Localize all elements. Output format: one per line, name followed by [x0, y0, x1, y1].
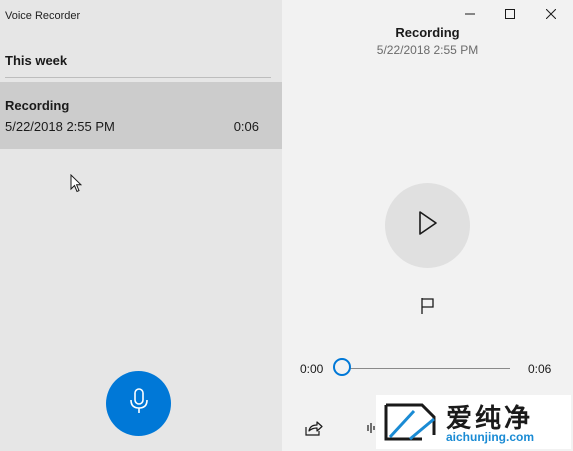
watermark-logo: [384, 403, 436, 441]
recording-item-title: Recording: [5, 98, 70, 113]
flag-icon: [420, 297, 436, 320]
record-button[interactable]: [106, 371, 171, 436]
close-icon: [545, 6, 557, 24]
mouse-pointer-icon: [70, 173, 83, 199]
share-icon: [305, 420, 323, 441]
play-button[interactable]: [385, 183, 470, 268]
minimize-icon: [465, 6, 475, 24]
total-time: 0:06: [528, 362, 552, 376]
recordings-list-pane: Voice Recorder This week Recording 5/22/…: [0, 0, 282, 451]
maximize-icon: [505, 6, 515, 24]
close-button[interactable]: [537, 4, 565, 26]
section-header-this-week: This week: [5, 53, 68, 68]
share-button[interactable]: [304, 420, 324, 440]
section-divider: [5, 77, 271, 78]
minimize-button[interactable]: [456, 4, 484, 26]
recording-detail-pane: Recording 5/22/2018 2:55 PM 0:00 0:06: [282, 0, 573, 451]
recording-item-duration: 0:06: [233, 119, 259, 134]
play-icon: [417, 210, 439, 241]
current-time: 0:00: [300, 362, 324, 376]
voice-recorder-window: Voice Recorder This week Recording 5/22/…: [0, 0, 573, 451]
seek-track[interactable]: [338, 368, 510, 369]
app-title: Voice Recorder: [5, 10, 81, 22]
seek-slider-thumb[interactable]: [333, 358, 351, 376]
watermark-url: aichunjing.com: [446, 430, 535, 444]
maximize-button[interactable]: [496, 4, 524, 26]
add-marker-button[interactable]: [416, 296, 440, 320]
recording-title: Recording: [395, 25, 460, 40]
list-item[interactable]: Recording 5/22/2018 2:55 PM 0:06: [0, 82, 282, 149]
recording-item-date: 5/22/2018 2:55 PM: [5, 119, 115, 134]
recording-date: 5/22/2018 2:55 PM: [376, 43, 479, 57]
microphone-icon: [128, 388, 150, 419]
watermark: 爱纯净 aichunjing.com: [376, 395, 571, 449]
